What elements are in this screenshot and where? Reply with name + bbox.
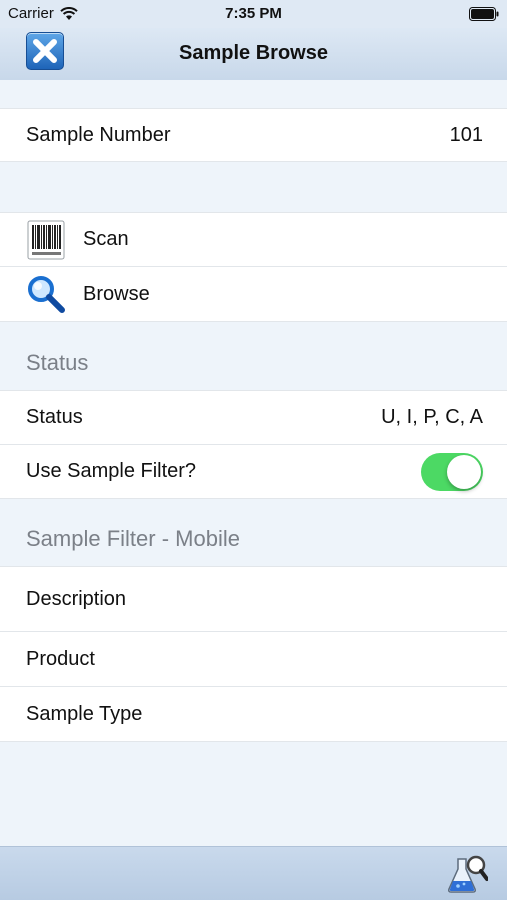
scan-row[interactable]: Scan [0,212,507,267]
product-row[interactable]: Product [0,632,507,687]
browse-label: Browse [83,282,150,305]
description-row[interactable]: Description [0,566,507,632]
sample-number-row[interactable]: Sample Number 101 [0,108,507,162]
status-label: Status [26,406,83,428]
use-sample-filter-label: Use Sample Filter? [26,460,197,482]
content-area: Sample Number 101 Scan Browse Status Sta… [0,80,507,846]
sample-type-label: Sample Type [26,702,143,725]
use-sample-filter-toggle[interactable] [421,452,483,491]
magnifier-icon [28,276,65,313]
sample-number-value: 101 [449,123,483,146]
status-value: U, I, P, C, A [381,406,483,428]
barcode-icon [27,220,65,259]
status-row[interactable]: Status U, I, P, C, A [0,390,507,445]
lab-flask-search-icon[interactable] [446,853,488,895]
page-title: Sample Browse [179,42,328,64]
status-bar: Carrier 7:35 PM [0,0,507,28]
description-label: Description [26,587,127,610]
bottom-toolbar [0,846,507,900]
sample-filter-section-header: Sample Filter - Mobile [26,526,240,551]
toggle-knob [447,454,481,489]
battery-icon [469,7,499,21]
status-time: 7:35 PM [225,5,282,22]
scan-label: Scan [83,228,129,250]
status-section-header: Status [26,350,89,375]
browse-row[interactable]: Browse [0,267,507,322]
navigation-bar: Sample Browse [0,28,507,80]
product-label: Product [26,647,95,670]
sample-type-row[interactable]: Sample Type [0,687,507,742]
sample-number-label: Sample Number [26,123,171,146]
use-sample-filter-row: Use Sample Filter? [0,445,507,499]
